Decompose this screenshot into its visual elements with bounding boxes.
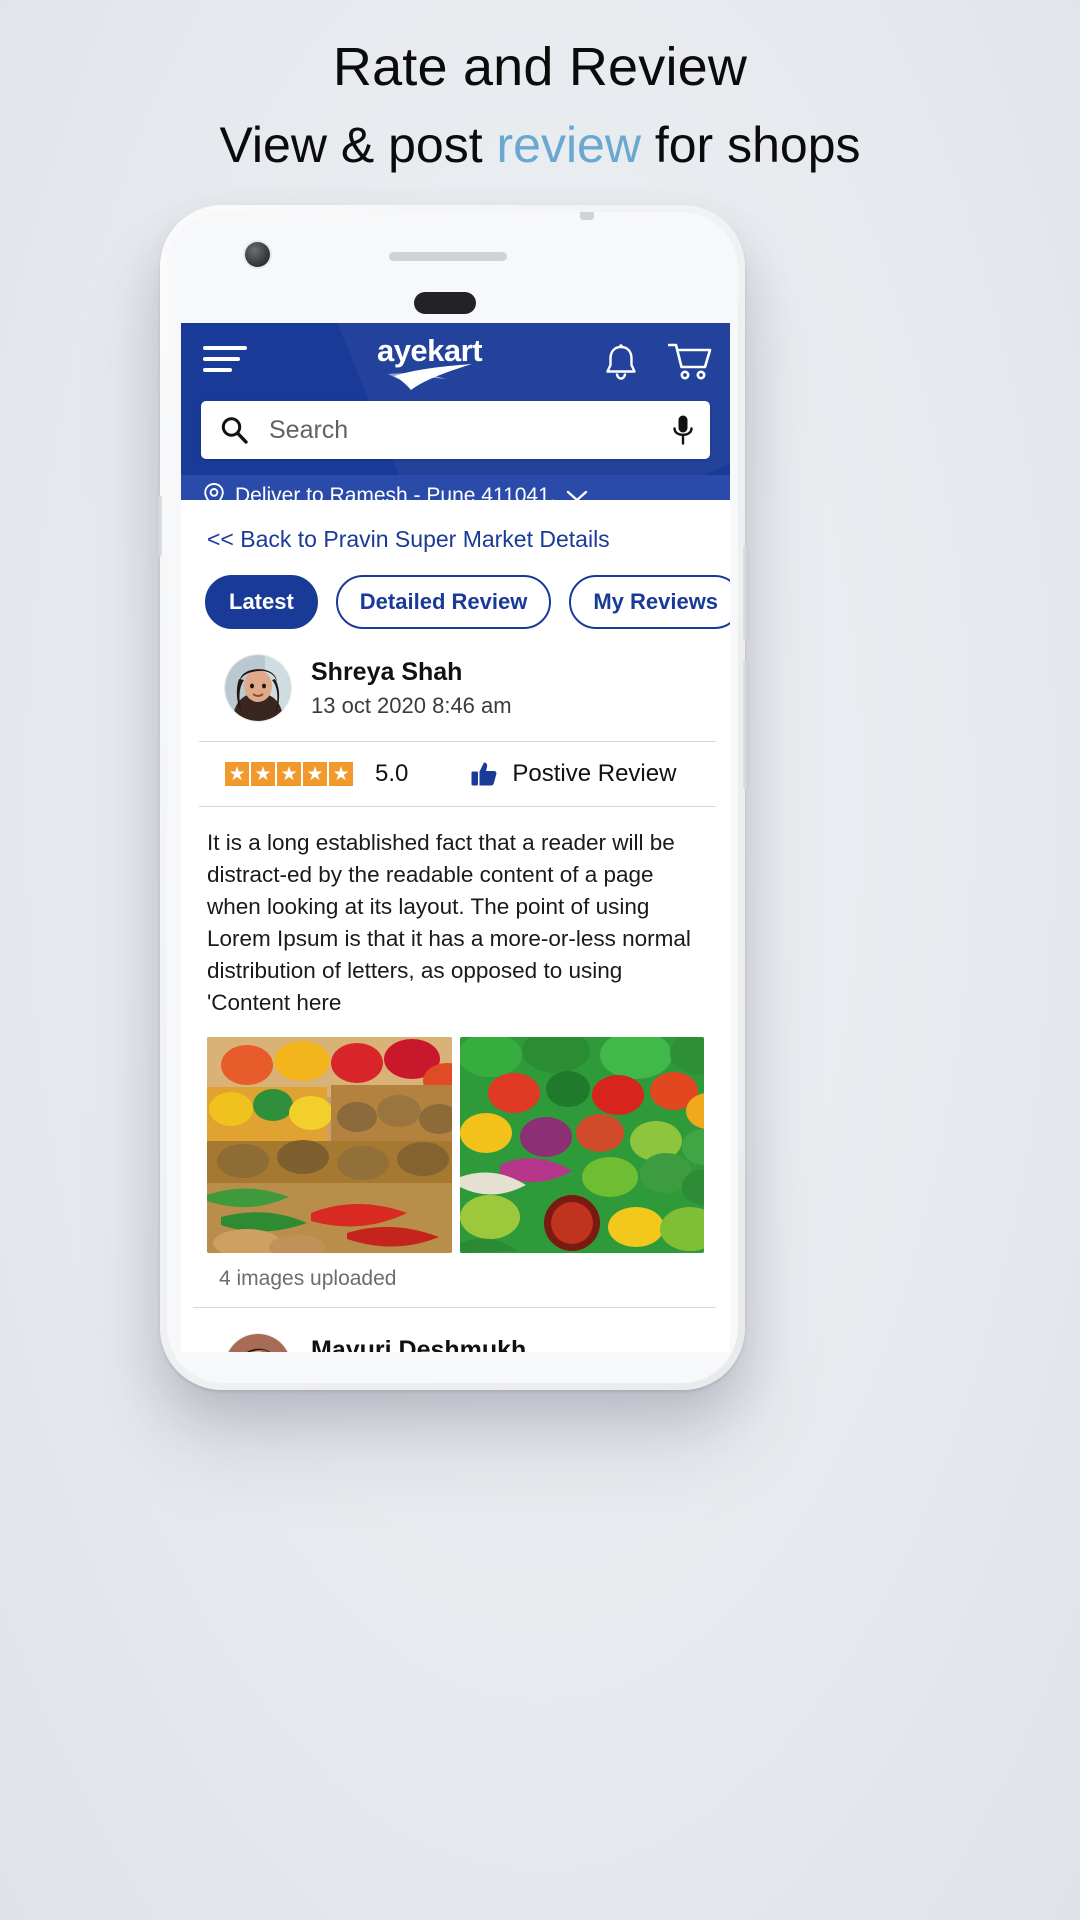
search-input[interactable] <box>249 415 672 445</box>
review-sentiment: Postive Review <box>470 760 676 788</box>
avatar <box>225 655 291 721</box>
review-text: It is a long established fact that a rea… <box>207 830 691 1015</box>
hamburger-icon[interactable] <box>203 345 249 379</box>
review-item: Mayuri Deshmukh 10 Oct 2020 8:46 am ★ ★ … <box>181 1308 730 1352</box>
volume-down-button[interactable] <box>743 660 749 790</box>
star-icon: ★ <box>225 762 249 786</box>
volume-up-button[interactable] <box>743 545 749 641</box>
phone-mockup: ayekart Search Deliver to Ramesh - Pune … <box>156 205 749 1390</box>
reviewer-name: Shreya Shah <box>311 657 463 686</box>
promo-subtitle: View & post review for shops <box>0 116 1080 174</box>
star-icon: ★ <box>329 762 353 786</box>
review-images <box>181 1036 730 1253</box>
thumbs-up-icon <box>471 762 497 786</box>
app-header: ayekart Search Deliver to Ramesh - Pune … <box>181 323 730 500</box>
bell-icon[interactable] <box>604 343 638 381</box>
review-photo[interactable] <box>459 1036 704 1253</box>
promo-subtitle-accent: review <box>496 117 641 173</box>
review-date: 13 oct 2020 8:46 am <box>311 692 512 718</box>
earpiece-speaker <box>389 252 507 261</box>
review-photo[interactable] <box>207 1036 452 1253</box>
star-icon: ★ <box>303 762 327 786</box>
proximity-sensor-icon <box>580 212 594 220</box>
sentiment-label: Postive Review <box>512 760 677 787</box>
star-rating: ★ ★ ★ ★ ★ <box>225 762 353 786</box>
avatar <box>225 1333 291 1352</box>
delivery-location-bar[interactable]: Deliver to Ramesh - Pune 411041. <box>181 475 730 500</box>
delivery-location-text: Deliver to Ramesh - Pune 411041. <box>235 483 556 501</box>
review-header: Shreya Shah 13 oct 2020 8:46 am <box>199 629 716 742</box>
rating-score: 5.0 <box>375 760 409 787</box>
power-button[interactable] <box>156 495 162 557</box>
review-meta: Mayuri Deshmukh 10 Oct 2020 8:46 am <box>311 1336 526 1352</box>
filter-chip-latest[interactable]: Latest <box>205 575 318 629</box>
review-list-page: << Back to Pravin Super Market Details L… <box>181 500 730 1352</box>
brand-name: ayekart <box>376 332 483 368</box>
back-to-shop-link[interactable]: << Back to Pravin Super Market Details <box>181 500 730 575</box>
promo-title: Rate and Review <box>332 37 748 97</box>
phone-bezel: ayekart Search Deliver to Ramesh - Pune … <box>167 212 738 1383</box>
review-image-count: 4 images uploaded <box>193 1253 716 1308</box>
review-rating-row: ★ ★ ★ ★ ★ 5.0 Postive Review <box>199 742 716 807</box>
shopping-cart-icon[interactable] <box>668 342 712 382</box>
review-filter-tabs: Latest Detailed Review My Reviews 5 Star… <box>181 575 730 629</box>
microphone-icon[interactable] <box>672 414 694 446</box>
promo-subtitle-after: for shops <box>640 117 861 173</box>
home-button[interactable] <box>414 292 476 314</box>
app-screen: ayekart Search Deliver to Ramesh - Pune … <box>181 323 730 1352</box>
filter-chip-my-reviews[interactable]: My Reviews <box>569 575 730 629</box>
star-icon: ★ <box>251 762 275 786</box>
review-header: Mayuri Deshmukh 10 Oct 2020 8:46 am <box>199 1308 716 1352</box>
promo-subtitle-before: View & post <box>219 117 497 173</box>
front-camera-icon <box>245 242 270 267</box>
review-meta: Shreya Shah 13 oct 2020 8:46 am <box>311 658 512 719</box>
filter-chip-detailed-review[interactable]: Detailed Review <box>335 575 552 629</box>
search-bar[interactable] <box>201 401 710 459</box>
review-item: Shreya Shah 13 oct 2020 8:46 am ★ ★ ★ ★ … <box>181 629 730 1308</box>
brand-swoosh-icon <box>387 363 472 390</box>
chevron-down-icon[interactable] <box>566 489 588 501</box>
search-icon[interactable] <box>219 415 249 445</box>
search-container <box>181 401 730 459</box>
star-icon: ★ <box>277 762 301 786</box>
brand-logo[interactable]: ayekart <box>255 335 604 390</box>
reviewer-name: Mayuri Deshmukh <box>311 1336 527 1352</box>
location-pin-icon <box>204 482 224 500</box>
